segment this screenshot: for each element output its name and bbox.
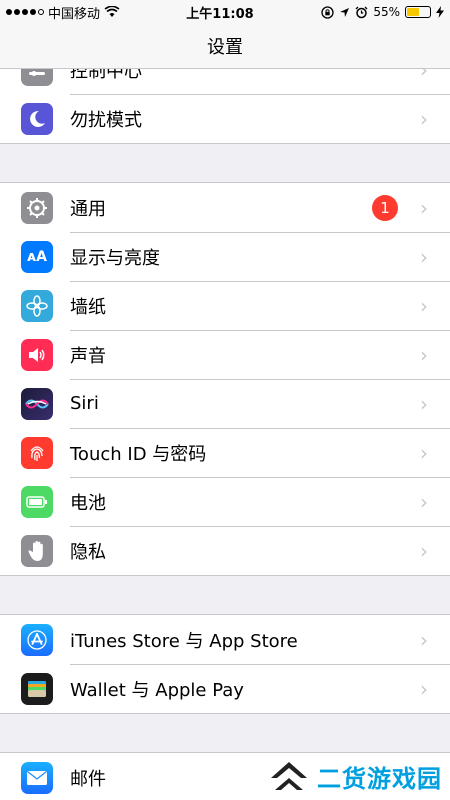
settings-row-label: 勿扰模式 [70,109,142,131]
wifi-icon [104,6,120,17]
charging-bolt-icon [436,6,444,18]
settings-row-general[interactable]: 通用 1 › [0,183,450,232]
watermark-text: 二货游戏园 [317,764,442,793]
navigation-bar: 设置 [0,24,450,69]
moon-icon [21,102,53,135]
hand-icon [21,534,53,567]
page-title: 设置 [207,37,243,58]
settings-row-label: iTunes Store 与 App Store [70,630,298,652]
chevron-right-icon: › [420,627,428,652]
watermark: 二货游戏园 [267,758,442,794]
settings-row-privacy[interactable]: 隐私 › [0,526,450,575]
settings-row-wallpaper[interactable]: 墙纸 › [0,281,450,330]
chevron-right-icon: › [420,676,428,701]
carrier-name: 中国移动 [48,6,101,22]
settings-row-label: Wallet 与 Apple Pay [70,679,244,701]
settings-row-label: 墙纸 [70,296,106,318]
signal-strength-icon [6,9,44,15]
settings-row-battery[interactable]: 电池 › [0,477,450,526]
chevron-right-icon: › [420,195,428,220]
settings-row-label: 隐私 [70,541,106,563]
mail-icon [21,761,53,794]
settings-group-2: 通用 1 › ᴀA 显示与亮度 › 墙纸 › 声音 › Siri › Touch… [0,182,450,576]
status-bar: 中国移动 上午11:08 55% [0,0,450,24]
speaker-icon [21,338,53,371]
chevron-right-icon: › [420,391,428,416]
settings-row-wallet[interactable]: Wallet 与 Apple Pay › [0,664,450,713]
wallpaper-icon [21,289,53,322]
alarm-icon [355,6,368,18]
location-arrow-icon [340,7,350,17]
settings-row-label: Siri [70,393,99,414]
display-icon: ᴀA [21,240,53,273]
app-store-icon [21,623,53,656]
settings-row-label: 声音 [70,345,106,367]
settings-list[interactable]: 控制中心 › 勿扰模式 › 通用 1 › ᴀA 显示与亮度 › 墙纸 › 声音 … [0,0,450,800]
wallet-icon [21,672,53,705]
battery-icon [21,485,53,518]
chevron-right-icon: › [420,342,428,367]
settings-row-label: Touch ID 与密码 [70,443,207,465]
chevron-right-icon: › [420,293,428,318]
settings-group-3: iTunes Store 与 App Store › Wallet 与 Appl… [0,614,450,714]
settings-row-siri[interactable]: Siri › [0,379,450,428]
siri-icon [21,387,53,420]
gear-icon [21,191,53,224]
status-time: 上午11:08 [186,6,254,22]
notification-badge: 1 [372,194,398,221]
settings-row-display[interactable]: ᴀA 显示与亮度 › [0,232,450,281]
chevron-right-icon: › [420,244,428,269]
settings-row-label: 电池 [70,492,106,514]
battery-status-icon [405,6,431,18]
battery-percent: 55% [373,5,400,19]
chevron-right-icon: › [420,440,428,465]
settings-row-label: 显示与亮度 [70,247,160,269]
rotation-lock-icon [321,5,334,19]
settings-row-app-store[interactable]: iTunes Store 与 App Store › [0,615,450,664]
settings-row-touch-id[interactable]: Touch ID 与密码 › [0,428,450,477]
settings-row-do-not-disturb[interactable]: 勿扰模式 › [0,94,450,143]
chevron-right-icon: › [420,106,428,131]
chevron-right-icon: › [420,489,428,514]
settings-row-sounds[interactable]: 声音 › [0,330,450,379]
chevron-right-icon: › [420,538,428,563]
watermark-logo-icon [271,762,307,790]
settings-row-label: 通用 [70,198,106,220]
fingerprint-icon [21,436,53,469]
